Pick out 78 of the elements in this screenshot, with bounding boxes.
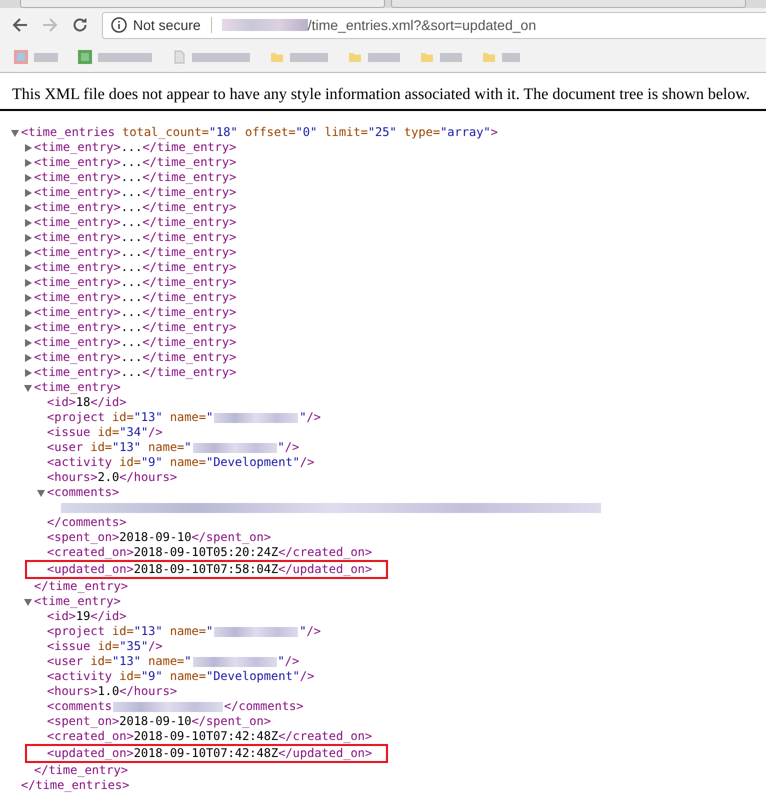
triangle-right-icon[interactable] (24, 248, 32, 256)
xml-line: <time_entry>...</time_entry> (34, 170, 236, 185)
reload-icon[interactable] (72, 17, 88, 33)
triangle-right-icon[interactable] (24, 218, 32, 226)
triangle-down-icon[interactable] (24, 384, 32, 392)
triangle-right-icon[interactable] (24, 354, 32, 362)
site-favicon-icon (78, 50, 92, 64)
triangle-right-icon[interactable] (24, 264, 32, 272)
xml-line: <time_entries total_count="18" offset="0" limit="25" type="array"> (21, 125, 498, 140)
xml-line: <id>19</id> (47, 609, 126, 624)
xml-line: <time_entry>...</time_entry> (34, 155, 236, 170)
xml-line: <comments </comments> (47, 699, 304, 714)
triangle-right-icon[interactable] (24, 174, 32, 182)
xml-line: </time_entry> (34, 763, 128, 778)
xml-line: <time_entry>...</time_entry> (34, 215, 236, 230)
xml-line: </time_entries> (21, 778, 130, 793)
triangle-right-icon[interactable] (24, 368, 32, 376)
xml-line: <time_entry>...</time_entry> (34, 275, 236, 290)
xml-line: <time_entry>...</time_entry> (34, 335, 236, 350)
triangle-right-icon[interactable] (24, 204, 32, 212)
xml-line: <time_entry>...</time_entry> (34, 290, 236, 305)
folder-icon (348, 50, 362, 64)
back-arrow-icon[interactable] (12, 17, 28, 33)
xml-line: <created_on>2018-09-10T05:20:24Z</created_on> (47, 545, 372, 560)
xml-line: <user id="13" name=" "/> (47, 654, 300, 669)
page-icon (172, 50, 186, 64)
xml-line: <time_entry>...</time_entry> (34, 350, 236, 365)
triangle-right-icon[interactable] (24, 158, 32, 166)
triangle-right-icon[interactable] (24, 294, 32, 302)
xml-line: <time_entry>...</time_entry> (34, 245, 236, 260)
triangle-right-icon[interactable] (24, 308, 32, 316)
triangle-down-icon[interactable] (24, 598, 32, 606)
triangle-down-icon[interactable] (37, 488, 45, 496)
triangle-right-icon[interactable] (24, 324, 32, 332)
xml-line: <time_entry> (34, 594, 121, 609)
xml-line: <issue id="34"/> (47, 425, 163, 440)
triangle-right-icon[interactable] (24, 144, 32, 152)
info-message: This XML file does not appear to have any style information associated with it. The document tree is shown below. (12, 85, 751, 105)
xml-line: <project id="13" name=" "/> (47, 410, 321, 425)
xml-line: </comments> (47, 515, 126, 530)
triangle-right-icon[interactable] (24, 188, 32, 196)
xml-line: <spent_on>2018-09-10</spent_on> (47, 530, 271, 545)
xml-line: <time_entry>...</time_entry> (34, 230, 236, 245)
url-path[interactable]: /time_entries.xml?&sort=updated_on (308, 14, 536, 36)
triangle-right-icon[interactable] (24, 278, 32, 286)
xml-line: <issue id="35"/> (47, 639, 163, 654)
triangle-right-icon[interactable] (24, 338, 32, 346)
xml-line: <hours>2.0</hours> (47, 470, 178, 485)
triangle-right-icon[interactable] (24, 234, 32, 242)
xml-line: <time_entry>...</time_entry> (34, 200, 236, 215)
bookmark[interactable] (78, 50, 152, 64)
xml-line: <time_entry> (34, 380, 121, 395)
site-favicon-icon (14, 50, 28, 64)
xml-line: <updated_on>2018-09-10T07:42:48Z</updated_on> (47, 746, 372, 761)
xml-line: </time_entry> (34, 579, 128, 594)
info-icon[interactable] (111, 17, 127, 33)
xml-line: <spent_on>2018-09-10</spent_on> (47, 714, 271, 729)
xml-line: <time_entry>...</time_entry> (34, 320, 236, 335)
folder-icon (270, 50, 284, 64)
xml-line: <time_entry>...</time_entry> (34, 185, 236, 200)
xml-line: <project id="13" name=" "/> (47, 624, 321, 639)
triangle-down-icon[interactable] (11, 128, 19, 136)
xml-line: <created_on>2018-09-10T07:42:48Z</created_on> (47, 729, 372, 744)
security-label[interactable]: Not secure (133, 14, 201, 36)
xml-line: <updated_on>2018-09-10T07:58:04Z</updated_on> (47, 562, 372, 577)
xml-line: <activity id="9" name="Development"/> (47, 669, 314, 684)
xml-line: <comments> (47, 485, 120, 500)
xml-line: <time_entry>...</time_entry> (34, 305, 236, 320)
folder-icon (420, 50, 434, 64)
xml-line: <activity id="9" name="Development"/> (47, 455, 314, 470)
address-bar[interactable]: Not secure /time_entries.xml?&sort=updated_on (102, 12, 766, 38)
xml-line: <hours>1.0</hours> (47, 684, 178, 699)
xml-line: <time_entry>...</time_entry> (34, 260, 236, 275)
xml-line: <time_entry>...</time_entry> (34, 365, 236, 380)
xml-line: <user id="13" name=" "/> (47, 440, 300, 455)
xml-line: <id>18</id> (47, 395, 126, 410)
folder-icon (482, 50, 496, 64)
xml-line: <time_entry>...</time_entry> (34, 140, 236, 155)
